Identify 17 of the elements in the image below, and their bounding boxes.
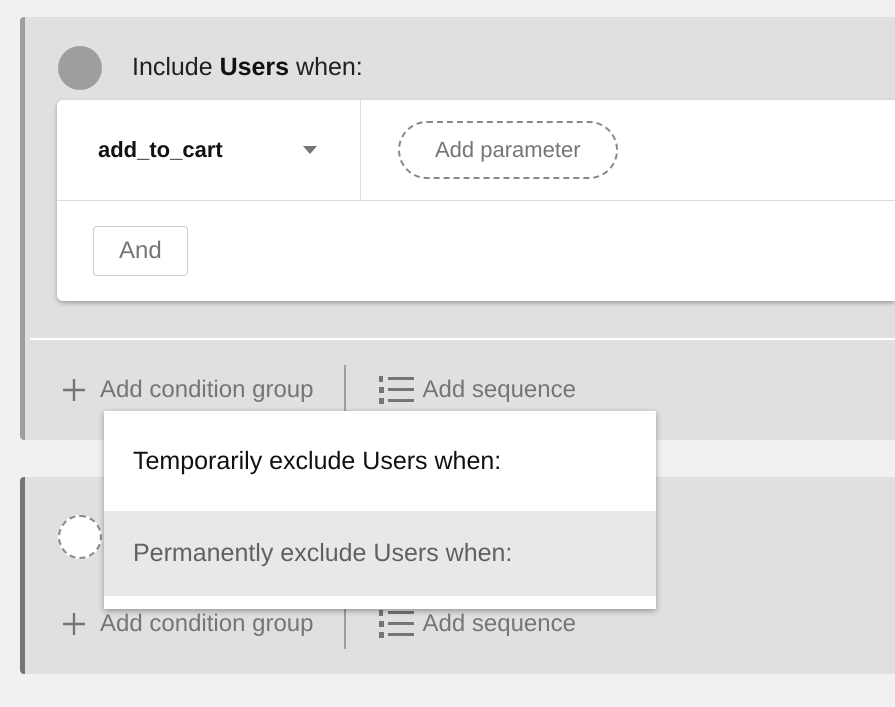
add-parameter-button[interactable]: Add parameter xyxy=(398,121,618,179)
menu-item[interactable]: Permanently exclude Users when: xyxy=(104,511,656,596)
add-condition-group-button[interactable]: Add condition group xyxy=(62,610,314,638)
caret-icon xyxy=(303,146,317,154)
group-title: Include Users when: xyxy=(132,53,363,82)
plus-icon xyxy=(62,612,86,636)
empty-circle-icon xyxy=(58,515,102,559)
add-condition-group-button[interactable]: Add condition group xyxy=(62,376,314,404)
plus-icon xyxy=(62,378,86,402)
menu-item[interactable]: Temporarily exclude Users when: xyxy=(104,411,656,511)
and-button[interactable]: And xyxy=(93,226,188,276)
group-circle-icon xyxy=(58,46,102,90)
numbered-list-icon xyxy=(378,375,414,405)
add-sequence-button[interactable]: Add sequence xyxy=(378,375,576,405)
add-sequence-button[interactable]: Add sequence xyxy=(378,609,576,639)
event-dropdown[interactable]: add_to_cart xyxy=(57,137,317,163)
numbered-list-icon xyxy=(378,609,414,639)
